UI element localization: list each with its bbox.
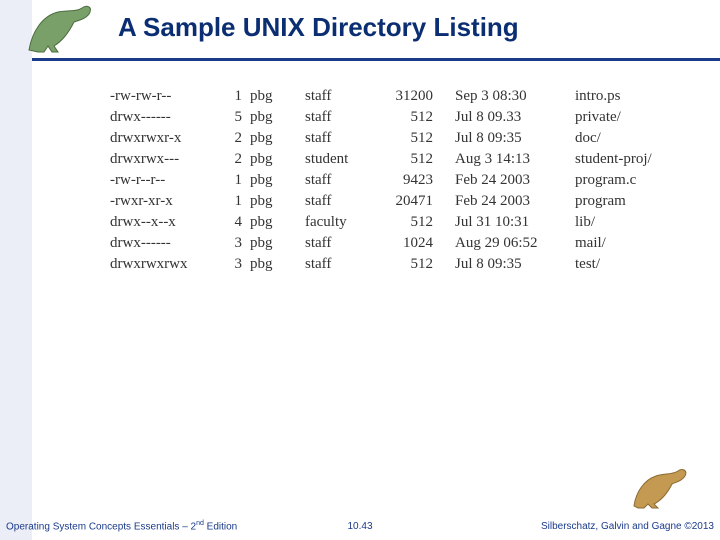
filename-cell: intro.ps [575, 86, 652, 107]
group-cell: staff [305, 128, 385, 149]
left-side-bar [0, 0, 32, 540]
filename-cell: program.c [575, 170, 652, 191]
dinosaur-icon [24, 2, 96, 54]
owner-cell: pbg [250, 191, 305, 212]
size-cell: 9423 [385, 170, 455, 191]
group-cell: staff [305, 254, 385, 275]
owner-cell: pbg [250, 107, 305, 128]
links-cell: 3 [220, 233, 250, 254]
filename-cell: private/ [575, 107, 652, 128]
perm-cell: drwx--x--x [110, 212, 220, 233]
links-cell: 2 [220, 128, 250, 149]
links-cell: 1 [220, 86, 250, 107]
size-cell: 512 [385, 107, 455, 128]
size-cell: 1024 [385, 233, 455, 254]
links-cell: 1 [220, 191, 250, 212]
perm-cell: drwx------ [110, 107, 220, 128]
perm-cell: drwx------ [110, 233, 220, 254]
group-cell: faculty [305, 212, 385, 233]
group-cell: staff [305, 233, 385, 254]
listing-table: -rw-rw-r--1pbgstaff31200Sep 3 08:30intro… [110, 86, 652, 275]
perm-cell: -rw-r--r-- [110, 170, 220, 191]
owner-cell: pbg [250, 86, 305, 107]
links-cell: 3 [220, 254, 250, 275]
owner-cell: pbg [250, 212, 305, 233]
group-cell: staff [305, 107, 385, 128]
links-cell: 4 [220, 212, 250, 233]
table-row: drwxrwx---2pbgstudent512Aug 3 14:13stude… [110, 149, 652, 170]
date-cell: Jul 8 09:35 [455, 128, 575, 149]
table-row: -rw-r--r--1pbgstaff9423Feb 24 2003progra… [110, 170, 652, 191]
owner-cell: pbg [250, 233, 305, 254]
slide-header: A Sample UNIX Directory Listing [0, 0, 720, 72]
size-cell: 512 [385, 212, 455, 233]
filename-cell: program [575, 191, 652, 212]
table-row: drwx------3pbgstaff1024Aug 29 06:52mail/ [110, 233, 652, 254]
directory-listing: -rw-rw-r--1pbgstaff31200Sep 3 08:30intro… [110, 86, 652, 275]
perm-cell: -rwxr-xr-x [110, 191, 220, 212]
links-cell: 2 [220, 149, 250, 170]
slide-footer: Operating System Concepts Essentials – 2… [0, 512, 720, 540]
date-cell: Jul 8 09:35 [455, 254, 575, 275]
date-cell: Aug 3 14:13 [455, 149, 575, 170]
size-cell: 512 [385, 254, 455, 275]
filename-cell: lib/ [575, 212, 652, 233]
date-cell: Aug 29 06:52 [455, 233, 575, 254]
size-cell: 512 [385, 128, 455, 149]
perm-cell: -rw-rw-r-- [110, 86, 220, 107]
size-cell: 31200 [385, 86, 455, 107]
group-cell: staff [305, 170, 385, 191]
slide: A Sample UNIX Directory Listing -rw-rw-r… [0, 0, 720, 540]
date-cell: Feb 24 2003 [455, 170, 575, 191]
table-row: drwxrwxr-x2pbgstaff512Jul 8 09:35doc/ [110, 128, 652, 149]
group-cell: staff [305, 86, 385, 107]
links-cell: 1 [220, 170, 250, 191]
owner-cell: pbg [250, 128, 305, 149]
size-cell: 20471 [385, 191, 455, 212]
table-row: drwxrwxrwx3pbgstaff512Jul 8 09:35test/ [110, 254, 652, 275]
owner-cell: pbg [250, 254, 305, 275]
table-row: drwx--x--x4pbgfaculty512Jul 31 10:31lib/ [110, 212, 652, 233]
dinosaur-icon [630, 466, 690, 510]
table-row: drwx------5pbgstaff512Jul 8 09.33private… [110, 107, 652, 128]
date-cell: Jul 8 09.33 [455, 107, 575, 128]
group-cell: staff [305, 191, 385, 212]
owner-cell: pbg [250, 170, 305, 191]
date-cell: Jul 31 10:31 [455, 212, 575, 233]
slide-title: A Sample UNIX Directory Listing [118, 12, 519, 43]
filename-cell: test/ [575, 254, 652, 275]
perm-cell: drwxrwx--- [110, 149, 220, 170]
size-cell: 512 [385, 149, 455, 170]
footer-right: Silberschatz, Galvin and Gagne ©2013 [541, 521, 714, 532]
title-rule [32, 58, 720, 61]
perm-cell: drwxrwxrwx [110, 254, 220, 275]
links-cell: 5 [220, 107, 250, 128]
filename-cell: student-proj/ [575, 149, 652, 170]
table-row: -rw-rw-r--1pbgstaff31200Sep 3 08:30intro… [110, 86, 652, 107]
filename-cell: doc/ [575, 128, 652, 149]
filename-cell: mail/ [575, 233, 652, 254]
owner-cell: pbg [250, 149, 305, 170]
perm-cell: drwxrwxr-x [110, 128, 220, 149]
group-cell: student [305, 149, 385, 170]
date-cell: Sep 3 08:30 [455, 86, 575, 107]
table-row: -rwxr-xr-x1pbgstaff20471Feb 24 2003progr… [110, 191, 652, 212]
date-cell: Feb 24 2003 [455, 191, 575, 212]
